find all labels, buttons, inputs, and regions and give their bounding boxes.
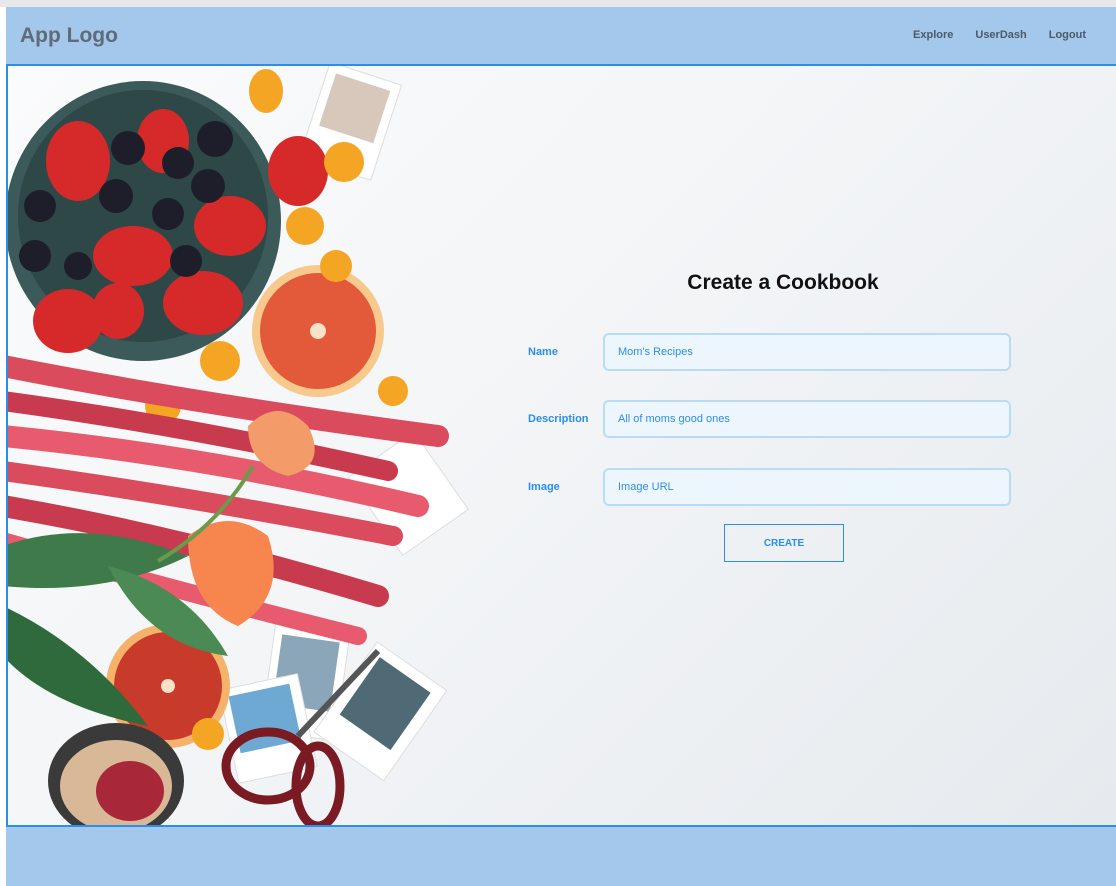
create-button[interactable]: CREATE	[724, 524, 844, 562]
description-label: Description	[528, 413, 589, 425]
nav-logout-link[interactable]: Logout	[1049, 29, 1086, 41]
browser-top-edge	[0, 0, 1116, 7]
image-label: Image	[528, 481, 560, 493]
app-logo[interactable]: App Logo	[20, 24, 118, 48]
description-row: Description	[528, 400, 1014, 440]
form-title: Create a Cookbook	[687, 271, 879, 294]
nav-explore-link[interactable]: Explore	[913, 29, 953, 41]
image-url-input[interactable]	[603, 468, 1011, 506]
page-frame: App Logo Explore UserDash Logout Create …	[6, 7, 1116, 886]
food-photo	[8, 66, 469, 825]
top-navbar: App Logo Explore UserDash Logout	[6, 7, 1116, 65]
nav-userdash-link[interactable]: UserDash	[975, 29, 1026, 41]
image-row: Image	[528, 468, 1014, 508]
name-row: Name	[528, 333, 1014, 373]
name-input[interactable]	[603, 333, 1011, 371]
name-label: Name	[528, 346, 558, 358]
description-input[interactable]	[603, 400, 1011, 438]
nav-links: Explore UserDash Logout	[913, 29, 1086, 41]
main-content: Create a Cookbook Name Description Image…	[6, 64, 1116, 827]
